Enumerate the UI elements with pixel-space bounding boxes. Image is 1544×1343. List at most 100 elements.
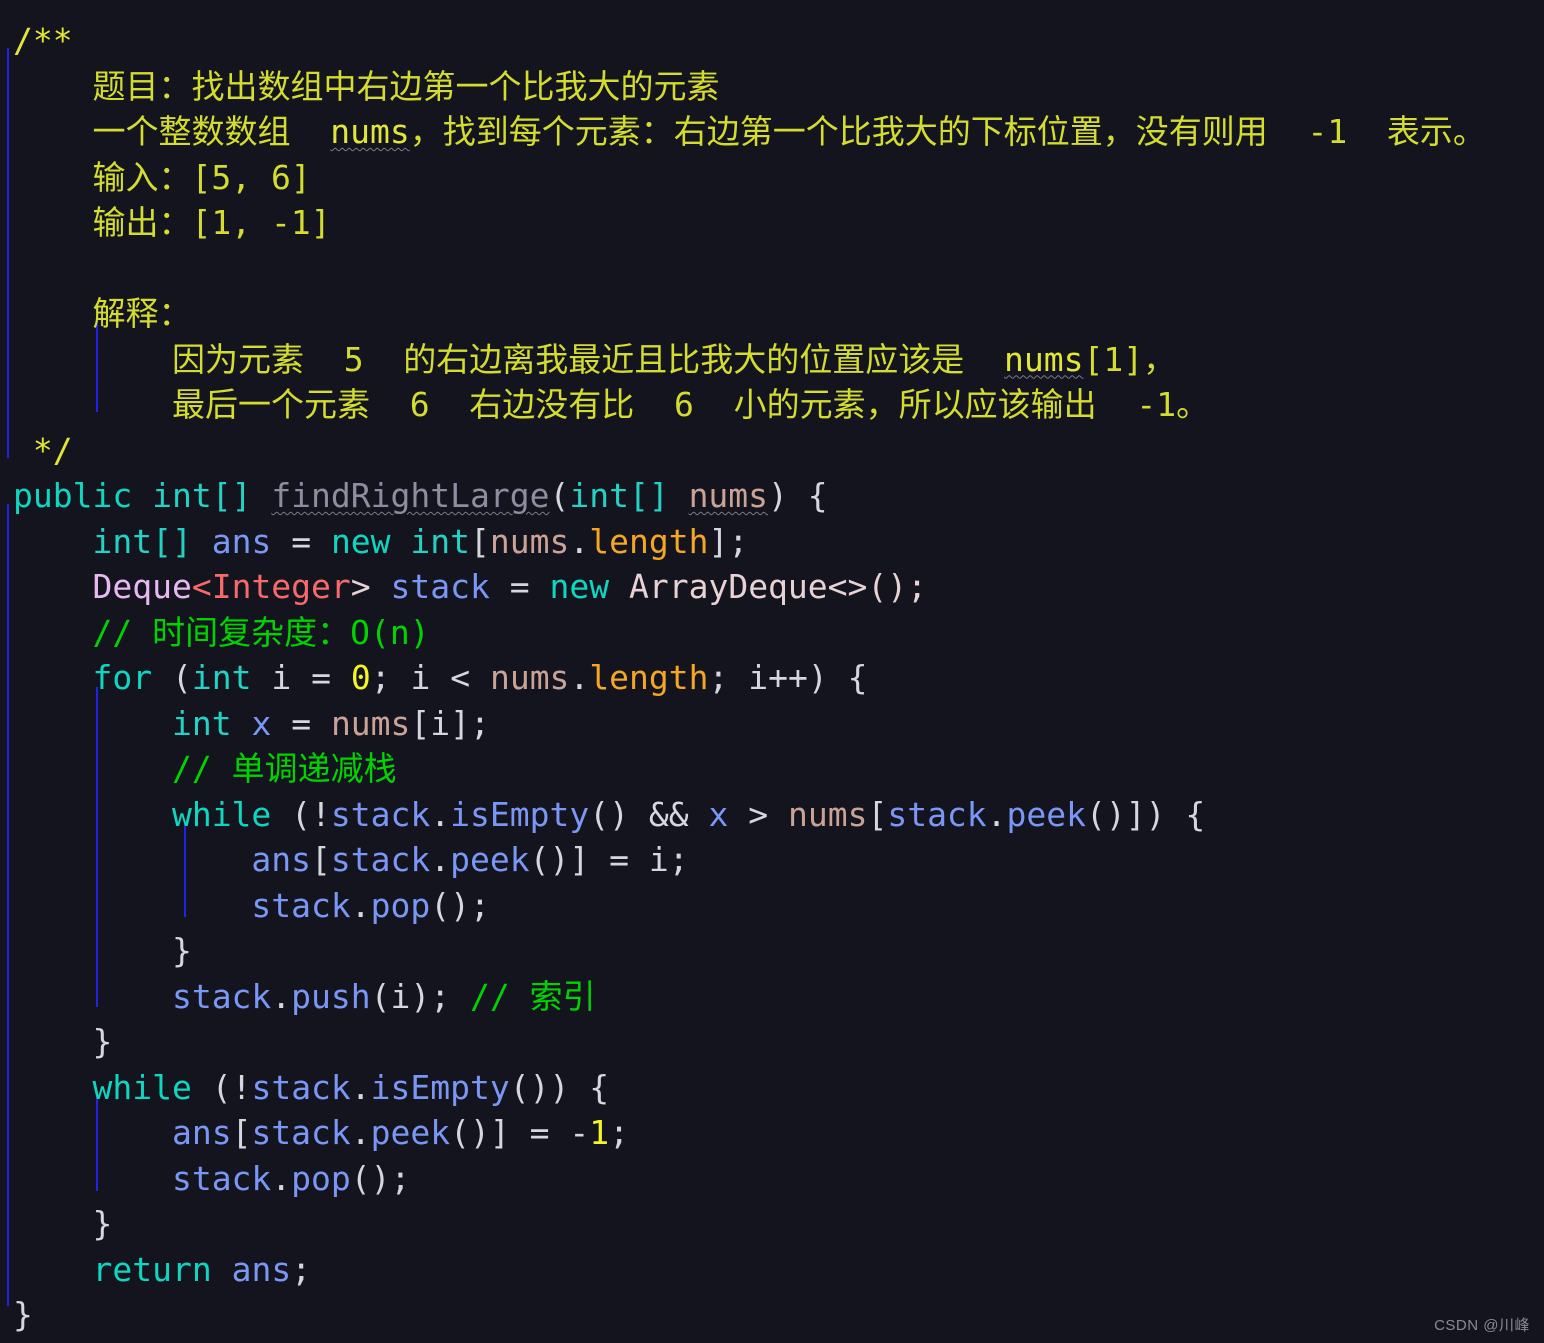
token-for-paren-open: ( [171, 658, 192, 697]
code-line-doc-title[interactable]: 题目：找出数组中右边第一个比我大的元素 [0, 64, 1544, 110]
token-generic-close: > [350, 567, 371, 606]
code-line-comment-complexity[interactable]: // 时间复杂度：O(n) [0, 610, 1544, 656]
code-line-comment-monotonic[interactable]: // 单调递减栈 [0, 746, 1544, 792]
code-line-push[interactable]: stack.push(i); // 索引 [0, 974, 1544, 1020]
token-assign2-dot: . [350, 1113, 371, 1152]
token-new-1: new [330, 521, 391, 561]
token-x-bracket-open: [ [410, 703, 431, 743]
token-comment-slashes-3: // [470, 976, 510, 1016]
token-x-name: x [251, 703, 272, 743]
code-line-signature[interactable]: public int[] findRightLarge(int[] nums) … [0, 473, 1544, 519]
token-push-dot: . [271, 976, 292, 1016]
code-line-doc-close[interactable]: */ [0, 428, 1544, 474]
token-while-obj-2: stack [251, 1067, 351, 1107]
token-assign-semi: ; [668, 840, 689, 879]
code-line-while-outer[interactable]: while (!stack.isEmpty()) { [0, 1065, 1544, 1111]
code-line-doc-blank[interactable] [0, 246, 1544, 292]
token-return-keyword: return [92, 1249, 212, 1289]
token-doc-explain1-post: [1]， [1083, 339, 1177, 379]
code-editor[interactable]: /** 题目：找出数组中右边第一个比我大的元素 一个整数数组 nums，找到每个… [0, 0, 1544, 1343]
token-while-peek-obj: stack [887, 794, 987, 834]
token-for-init-value: 0 [350, 658, 371, 697]
token-close-brace-4: } [13, 1295, 33, 1334]
token-ans-type: int[] [92, 521, 192, 561]
token-comment-index: 索引 [509, 976, 596, 1016]
token-param-name: nums [688, 476, 769, 515]
token-while-tail-1: ()]) [1086, 794, 1166, 834]
token-doc-explain-label: 解释： [92, 294, 192, 333]
token-doc-explain1-symbol: nums [1004, 339, 1084, 379]
code-line-assign-ans[interactable]: ans[stack.peek()] = i; [0, 837, 1544, 883]
token-x-index: i [430, 703, 451, 743]
token-doc-explain2: 最后一个元素 6 右边没有比 6 小的元素，所以应该输出 -1。 [171, 385, 1210, 424]
code-line-doc-description[interactable]: 一个整数数组 nums，找到每个元素：右边第一个比我大的下标位置，没有则用 -1… [0, 109, 1544, 155]
token-assign-dot: . [430, 840, 451, 879]
token-for-keyword: for [92, 658, 153, 697]
code-line-for[interactable]: for (int i = 0; i < nums.length; i++) { [0, 655, 1544, 701]
code-line-close-for[interactable]: } [0, 1019, 1544, 1065]
token-assign2-bracket-open: [ [231, 1113, 252, 1152]
token-assign2-minus: - [569, 1113, 590, 1152]
token-while-dot-1: . [430, 794, 451, 834]
token-x-type: int [171, 703, 232, 743]
token-for-cond-var: i [410, 658, 431, 697]
token-bracket-1: [ [470, 521, 490, 561]
token-pop-dot-2: . [271, 1158, 292, 1198]
code-line-doc-input[interactable]: 输入：[5, 6] [0, 155, 1544, 201]
token-deque-class: Deque [92, 567, 192, 606]
token-doc-title: 题目：找出数组中右边第一个比我大的元素 [92, 66, 720, 106]
token-stack-name: stack [390, 567, 490, 606]
code-content[interactable]: /** 题目：找出数组中右边第一个比我大的元素 一个整数数组 nums，找到每个… [0, 0, 1544, 1338]
token-while-and: && [648, 794, 689, 834]
token-assign-value: i [648, 840, 669, 879]
token-while-call-1: () [589, 794, 629, 834]
token-while-paren-open-1: (! [291, 794, 331, 834]
token-ans-field: length [589, 521, 709, 561]
token-push-obj: stack [171, 976, 272, 1016]
token-assign-eq: = [609, 840, 629, 879]
token-pop-tail-1: (); [430, 885, 490, 925]
token-while-brace-1: { [1185, 794, 1206, 834]
token-while-isempty-1: isEmpty [450, 794, 590, 834]
code-line-decl-stack[interactable]: Deque<Integer> stack = new ArrayDeque<>(… [0, 564, 1544, 610]
token-pop-method-1: pop [370, 885, 431, 925]
token-return-semi: ; [291, 1249, 312, 1289]
token-while-paren-open-2: (! [211, 1067, 252, 1107]
token-close-brace-1: } [171, 931, 192, 970]
token-diamond-operator: <>(); [827, 567, 928, 606]
token-for-paren-close: ) [807, 658, 828, 697]
code-line-while-inner[interactable]: while (!stack.isEmpty() && x > nums[stac… [0, 792, 1544, 838]
token-doc-close: */ [13, 430, 73, 470]
token-close-brace-2: } [92, 1022, 113, 1061]
token-x-bracket-close: ]; [450, 703, 490, 743]
code-line-return[interactable]: return ans; [0, 1247, 1544, 1293]
token-push-tail: ); [410, 976, 451, 1016]
code-line-doc-explain-1[interactable]: 因为元素 5 的右边离我最近且比我大的位置应该是 nums[1]， [0, 337, 1544, 383]
code-line-assign-ans-minus1[interactable]: ans[stack.peek()] = -1; [0, 1110, 1544, 1156]
code-line-pop-2[interactable]: stack.pop(); [0, 1156, 1544, 1202]
token-for-brace: { [847, 658, 868, 697]
code-line-close-method[interactable]: } [0, 1292, 1544, 1338]
token-close-brace-3: } [92, 1204, 113, 1243]
code-line-pop-1[interactable]: stack.pop(); [0, 883, 1544, 929]
code-line-decl-ans[interactable]: int[] ans = new int[nums.length]; [0, 519, 1544, 565]
token-assign2-peek-obj: stack [251, 1113, 351, 1152]
code-line-doc-output[interactable]: 输出：[1, -1] [0, 200, 1544, 246]
token-new-2: new [549, 567, 610, 606]
token-doc-desc-pre: 一个整数数组 [92, 112, 331, 151]
code-line-close-while-inner[interactable]: } [0, 928, 1544, 974]
token-method-name: findRightLarge [271, 476, 550, 515]
code-line-doc-explain-2[interactable]: 最后一个元素 6 右边没有比 6 小的元素，所以应该输出 -1。 [0, 382, 1544, 428]
token-assign-tail: ()] [529, 840, 590, 879]
token-ans-init-type: int [410, 521, 471, 561]
token-pop-method-2: pop [291, 1158, 351, 1198]
token-push-method: push [291, 976, 371, 1016]
token-comment-slashes-1: // [92, 612, 133, 652]
token-generic-open: < [191, 567, 212, 606]
code-line-doc-explain-label[interactable]: 解释： [0, 291, 1544, 337]
token-while-keyword-1: while [171, 794, 272, 834]
code-line-doc-open[interactable]: /** [0, 18, 1544, 64]
code-line-close-while-outer[interactable]: } [0, 1201, 1544, 1247]
code-line-decl-x[interactable]: int x = nums[i]; [0, 701, 1544, 747]
token-modifier-public: public [13, 476, 133, 515]
